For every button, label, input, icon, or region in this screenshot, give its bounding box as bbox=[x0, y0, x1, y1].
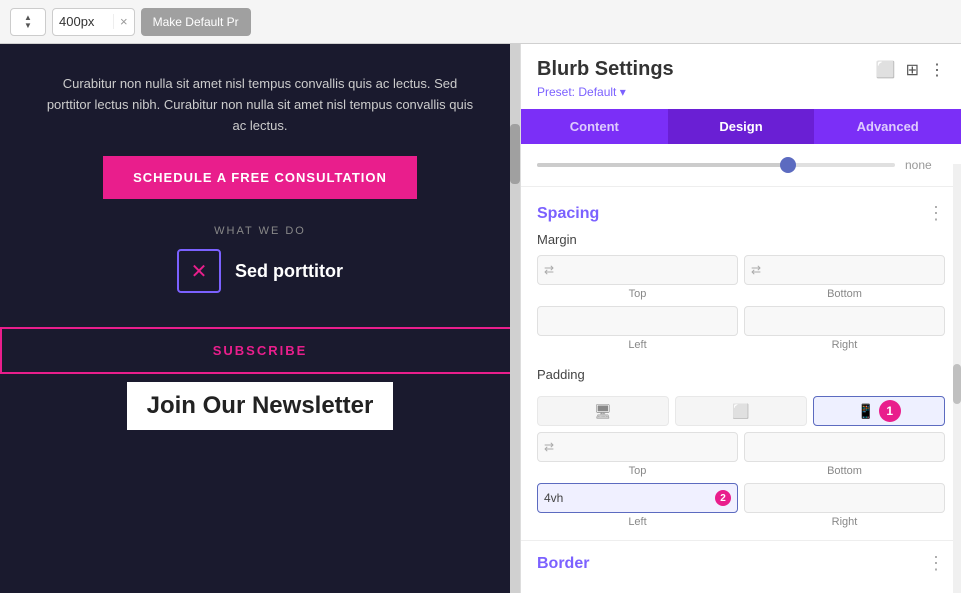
panel-preset[interactable]: Preset: Default ▾ bbox=[537, 85, 945, 99]
preview-area: Curabitur non nulla sit amet nisl tempus… bbox=[0, 44, 520, 593]
padding-top-input[interactable] bbox=[558, 440, 731, 454]
border-section-header: Border ⋮ bbox=[521, 540, 961, 582]
padding-right-input[interactable] bbox=[751, 491, 938, 505]
margin-bottom-wrapper: ⇄ bbox=[744, 255, 945, 285]
subscribe-label: SUBSCRIBE bbox=[16, 343, 504, 358]
panel-scrollbar[interactable] bbox=[953, 164, 961, 593]
panel-body: none Spacing ⋮ Margin ⇄ Top bbox=[521, 144, 961, 593]
blurb-item: ✕ Sed porttitor bbox=[137, 249, 383, 293]
margin-right-label: Right bbox=[832, 339, 858, 351]
margin-left-group: Left bbox=[537, 306, 738, 351]
width-input[interactable] bbox=[53, 14, 113, 29]
spacing-section-title: Spacing bbox=[537, 205, 599, 223]
tab-content[interactable]: Content bbox=[521, 109, 668, 144]
make-default-button[interactable]: Make Default Pr bbox=[141, 8, 251, 36]
blurb-title: Sed porttitor bbox=[235, 261, 343, 282]
panel-title-row: Blurb Settings ⬜ ⊞ ⋮ bbox=[537, 58, 945, 81]
newsletter-title: Join Our Newsletter bbox=[127, 382, 394, 430]
margin-top-label: Top bbox=[629, 288, 647, 300]
spacing-menu-icon[interactable]: ⋮ bbox=[927, 203, 945, 224]
blurb-icon: ✕ bbox=[177, 249, 221, 293]
padding-right-wrapper bbox=[744, 483, 945, 513]
margin-left-input[interactable] bbox=[544, 314, 731, 328]
main-area: Curabitur non nulla sit amet nisl tempus… bbox=[0, 44, 961, 593]
preview-content: Curabitur non nulla sit amet nisl tempus… bbox=[0, 44, 520, 450]
tab-advanced[interactable]: Advanced bbox=[814, 109, 961, 144]
margin-left-wrapper bbox=[537, 306, 738, 336]
slider-fill bbox=[537, 163, 788, 167]
clear-icon[interactable]: × bbox=[113, 14, 134, 29]
padding-fields-row: ⇄ Top Bottom bbox=[537, 432, 945, 528]
margin-bottom-group: ⇄ Bottom bbox=[744, 255, 945, 300]
mobile-device-icon[interactable]: 📱 1 bbox=[813, 396, 945, 426]
padding-bottom-input[interactable] bbox=[751, 440, 938, 454]
panel-title: Blurb Settings bbox=[537, 58, 674, 81]
slider-track[interactable] bbox=[537, 163, 895, 167]
width-stepper[interactable]: ▲ ▼ bbox=[10, 8, 46, 36]
margin-right-input[interactable] bbox=[751, 314, 938, 328]
stepper-down-icon: ▼ bbox=[24, 22, 32, 30]
padding-subsection: Padding 🖥 ⬜ 📱 1 bbox=[521, 367, 961, 540]
margin-left-label: Left bbox=[628, 339, 646, 351]
badge-2: 2 bbox=[715, 490, 731, 506]
desktop-icon: 🖥 bbox=[594, 403, 612, 420]
toolbar: ▲ ▼ × Make Default Pr bbox=[0, 0, 961, 44]
link-icon-margin-bottom: ⇄ bbox=[751, 263, 761, 277]
padding-left-input[interactable] bbox=[544, 491, 707, 505]
panel-scrollbar-thumb bbox=[953, 364, 961, 404]
padding-bottom-wrapper bbox=[744, 432, 945, 462]
more-icon[interactable]: ⋮ bbox=[929, 60, 945, 80]
preview-scrollbar-thumb bbox=[510, 124, 520, 184]
margin-bottom-input[interactable] bbox=[765, 263, 938, 277]
padding-label: Padding bbox=[537, 367, 945, 382]
preview-text-block: Curabitur non nulla sit amet nisl tempus… bbox=[0, 64, 520, 146]
what-we-do-label: WHAT WE DO bbox=[214, 225, 306, 237]
padding-left-group: 2 Left bbox=[537, 483, 738, 528]
padding-device-row: 🖥 ⬜ 📱 1 bbox=[537, 390, 945, 426]
margin-top-input[interactable] bbox=[558, 263, 731, 277]
tablet-icon: ⬜ bbox=[732, 403, 749, 420]
spacing-section-header: Spacing ⋮ bbox=[521, 187, 961, 232]
padding-bottom-label: Bottom bbox=[827, 465, 862, 477]
link-icon-padding-top: ⇄ bbox=[544, 440, 554, 454]
margin-subsection: Margin ⇄ Top ⇄ bbox=[521, 232, 961, 367]
margin-right-group: Right bbox=[744, 306, 945, 351]
padding-left-label: Left bbox=[628, 516, 646, 528]
badge-1: 1 bbox=[879, 400, 901, 422]
preview-scrollbar[interactable] bbox=[510, 44, 520, 593]
link-icon-margin-top: ⇄ bbox=[544, 263, 554, 277]
padding-left-wrapper: 2 bbox=[537, 483, 738, 513]
border-menu-icon[interactable]: ⋮ bbox=[927, 553, 945, 574]
panel-header: Blurb Settings ⬜ ⊞ ⋮ Preset: Default ▾ bbox=[521, 44, 961, 109]
width-input-group: × bbox=[52, 8, 135, 36]
desktop-device-icon[interactable]: 🖥 bbox=[537, 396, 669, 426]
mobile-icon: 📱 bbox=[857, 403, 874, 420]
padding-top-wrapper: ⇄ bbox=[537, 432, 738, 462]
margin-top-group: ⇄ Top bbox=[537, 255, 738, 300]
settings-panel: Blurb Settings ⬜ ⊞ ⋮ Preset: Default ▾ C… bbox=[520, 44, 961, 593]
margin-grid: ⇄ Top ⇄ Bottom bbox=[537, 255, 945, 351]
margin-right-wrapper bbox=[744, 306, 945, 336]
padding-top-group: ⇄ Top bbox=[537, 432, 738, 477]
slider-value: none bbox=[905, 158, 945, 172]
padding-right-label: Right bbox=[832, 516, 858, 528]
tab-design[interactable]: Design bbox=[668, 109, 815, 144]
margin-label: Margin bbox=[537, 232, 945, 247]
padding-bottom-group: Bottom bbox=[744, 432, 945, 477]
padding-right-group: Right bbox=[744, 483, 945, 528]
slider-thumb[interactable] bbox=[780, 157, 796, 173]
border-section-title: Border bbox=[537, 555, 589, 573]
slider-section: none bbox=[521, 144, 961, 187]
cta-button[interactable]: SCHEDULE A FREE CONSULTATION bbox=[103, 156, 417, 199]
tablet-device-icon[interactable]: ⬜ bbox=[675, 396, 807, 426]
margin-top-wrapper: ⇄ bbox=[537, 255, 738, 285]
preview-body-text: Curabitur non nulla sit amet nisl tempus… bbox=[40, 74, 480, 136]
expand-icon[interactable]: ⬜ bbox=[876, 60, 896, 80]
panel-tabs: Content Design Advanced bbox=[521, 109, 961, 144]
subscribe-section: SUBSCRIBE bbox=[0, 327, 520, 374]
panel-header-icons: ⬜ ⊞ ⋮ bbox=[876, 60, 945, 80]
padding-top-label: Top bbox=[629, 465, 647, 477]
margin-bottom-label: Bottom bbox=[827, 288, 862, 300]
columns-icon[interactable]: ⊞ bbox=[906, 60, 919, 80]
